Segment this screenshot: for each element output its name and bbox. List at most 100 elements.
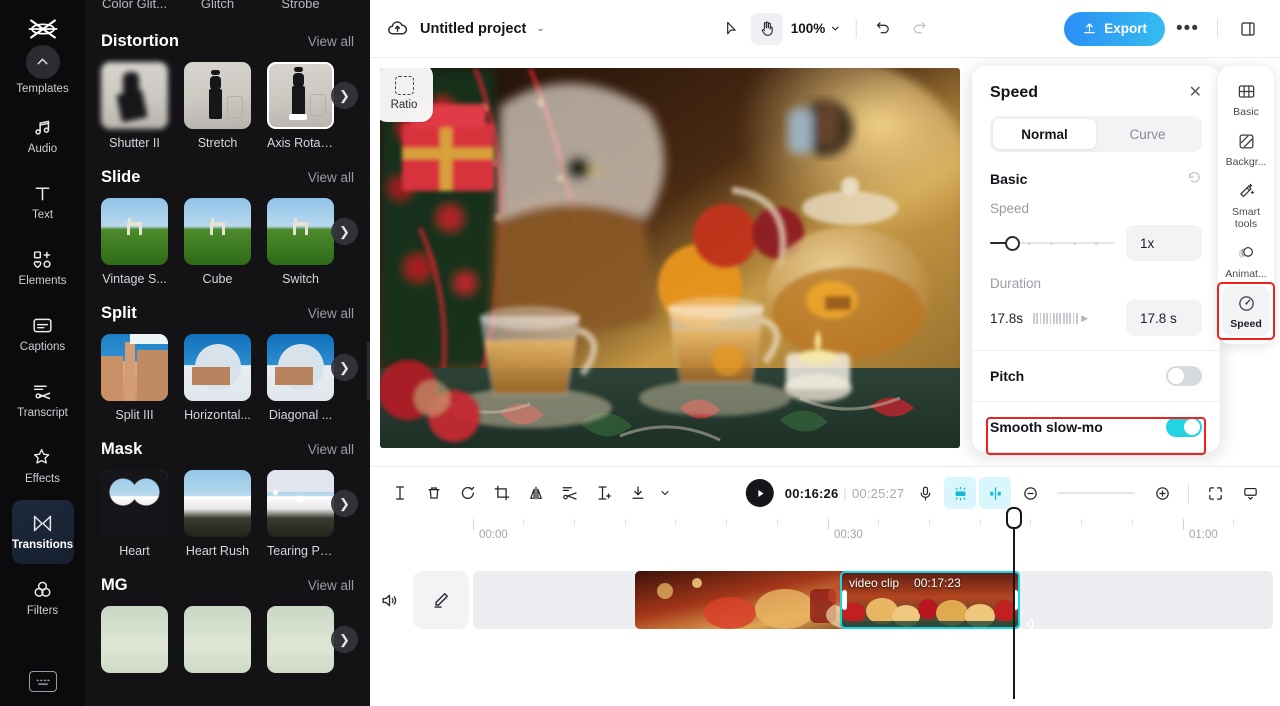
tool-speed[interactable]: Speed: [1217, 282, 1275, 340]
tab-normal[interactable]: Normal: [993, 119, 1096, 149]
carousel-next-button[interactable]: ❯: [331, 490, 358, 517]
slider-knob[interactable]: [1005, 235, 1020, 251]
zoom-in-icon[interactable]: [1146, 477, 1178, 509]
tool-background[interactable]: Backgr...: [1222, 124, 1270, 174]
sidebar-item-transitions[interactable]: Transitions: [11, 500, 74, 564]
sidebar-item-label: Filters: [26, 604, 59, 617]
speed-value-field[interactable]: 1x: [1126, 225, 1202, 261]
upload-icon: [1084, 23, 1096, 34]
sidebar-item-captions[interactable]: Captions: [12, 302, 74, 366]
transition-card[interactable]: Tearing Pa...: [267, 470, 334, 558]
chevron-down-icon[interactable]: [656, 477, 674, 509]
clip-name: video clip: [849, 576, 900, 590]
view-all-link[interactable]: View all: [308, 306, 354, 321]
freeze-frame-icon[interactable]: [588, 477, 620, 509]
edit-track-button[interactable]: [413, 571, 469, 629]
zoom-slider[interactable]: [1057, 491, 1135, 495]
panel-collapse-button[interactable]: ❮: [367, 342, 370, 400]
transition-card[interactable]: Switch: [267, 198, 334, 286]
transition-triangle-icon[interactable]: [1022, 616, 1038, 632]
rotate-icon[interactable]: [452, 477, 484, 509]
ratio-button[interactable]: Ratio: [380, 68, 433, 122]
export-button[interactable]: Export: [1064, 11, 1166, 46]
timeline-ruler[interactable]: 00:00 00:30 01:00: [473, 519, 1280, 549]
sidebar-item-effects[interactable]: Effects: [12, 434, 74, 498]
marker-icon[interactable]: [1234, 477, 1266, 509]
transition-thumbnail: [184, 470, 251, 537]
view-all-link[interactable]: View all: [308, 170, 354, 185]
undo-icon[interactable]: [867, 13, 899, 45]
audio-split-icon[interactable]: [979, 477, 1011, 509]
transition-card[interactable]: Horizontal...: [184, 334, 251, 422]
transition-card[interactable]: Axis Rotat...: [267, 62, 334, 150]
carousel-next-button[interactable]: ❯: [331, 354, 358, 381]
transition-card[interactable]: [267, 606, 334, 673]
transition-card[interactable]: Diagonal ...: [267, 334, 334, 422]
transition-card[interactable]: Stretch: [184, 62, 251, 150]
reset-circle-icon[interactable]: [1187, 170, 1202, 188]
cursor-arrow-icon[interactable]: [715, 13, 747, 45]
sidebar-item-text[interactable]: Text: [12, 170, 74, 234]
sidebar-item-transcript[interactable]: Transcript: [12, 368, 74, 432]
captions-icon: [32, 315, 54, 337]
keyboard-shortcut-button[interactable]: [28, 671, 57, 692]
transition-card[interactable]: Cube: [184, 198, 251, 286]
split-icon[interactable]: [384, 477, 416, 509]
transition-card[interactable]: [184, 606, 251, 673]
smooth-slowmo-row: Smooth slow-mo: [986, 402, 1206, 455]
tool-smart-tools[interactable]: Smart tools: [1222, 174, 1270, 236]
view-all-link[interactable]: View all: [308, 34, 354, 49]
table-row-clip-1[interactable]: video clip 00:17:23: [840, 571, 1020, 629]
smooth-slowmo-toggle[interactable]: [1166, 417, 1202, 437]
close-x-icon[interactable]: ✕: [1189, 85, 1202, 101]
view-all-link[interactable]: View all: [308, 578, 354, 593]
download-icon[interactable]: [622, 477, 654, 509]
sidebar-item-audio[interactable]: Audio: [12, 104, 74, 168]
timeline-toolbar: 00:16:26 | 00:25:27: [370, 467, 1280, 519]
project-name[interactable]: Untitled project: [420, 21, 526, 37]
microphone-icon[interactable]: [909, 477, 941, 509]
slider-tick: [1095, 241, 1098, 245]
transition-card[interactable]: Split III: [101, 334, 168, 422]
crop-icon[interactable]: [486, 477, 518, 509]
transition-card[interactable]: Shutter II: [101, 62, 168, 150]
video-preview[interactable]: Ratio: [380, 68, 960, 448]
sidebar-item-filters[interactable]: Filters: [12, 566, 74, 630]
fit-screen-icon[interactable]: [1199, 477, 1231, 509]
carousel-next-button[interactable]: ❯: [331, 218, 358, 245]
duration-value-field[interactable]: 17.8 s: [1126, 300, 1202, 336]
speaker-icon[interactable]: [376, 587, 402, 613]
zoom-level-selector[interactable]: 100%: [791, 21, 841, 36]
redo-icon[interactable]: [903, 13, 935, 45]
hand-icon[interactable]: [750, 12, 783, 45]
chevron-down-icon[interactable]: ⌄: [536, 23, 544, 34]
delete-trash-icon[interactable]: [418, 477, 450, 509]
tool-animation[interactable]: Animat...: [1222, 236, 1270, 286]
panel-layout-icon[interactable]: [1232, 13, 1264, 45]
film-grid-icon: [1237, 81, 1256, 102]
clip-trim-handle-left[interactable]: [842, 590, 847, 610]
speed-slider[interactable]: [990, 235, 1115, 251]
transition-thumbnail: [267, 470, 334, 537]
view-all-link[interactable]: View all: [308, 442, 354, 457]
sidebar-item-elements[interactable]: Elements: [12, 236, 74, 300]
carousel-next-button[interactable]: ❯: [331, 82, 358, 109]
mirror-flip-icon[interactable]: [520, 477, 552, 509]
sidebar-item-templates[interactable]: Templates: [12, 38, 74, 102]
tab-curve[interactable]: Curve: [1096, 119, 1199, 149]
pitch-toggle[interactable]: [1166, 366, 1202, 386]
transition-card[interactable]: Heart: [101, 470, 168, 558]
more-options-button[interactable]: •••: [1172, 18, 1203, 40]
playhead-handle[interactable]: [1006, 507, 1022, 529]
transition-card[interactable]: Heart Rush: [184, 470, 251, 558]
cloud-upload-icon[interactable]: [384, 16, 410, 42]
play-icon[interactable]: [745, 479, 774, 507]
carousel-next-button[interactable]: ❯: [331, 626, 358, 653]
zoom-out-icon[interactable]: [1014, 477, 1046, 509]
tool-basic[interactable]: Basic: [1222, 74, 1270, 124]
auto-enhance-icon[interactable]: [944, 477, 976, 509]
playhead[interactable]: [1006, 507, 1022, 699]
transition-card[interactable]: [101, 606, 168, 673]
transition-card[interactable]: Vintage S...: [101, 198, 168, 286]
cut-scissors-icon[interactable]: [554, 477, 586, 509]
